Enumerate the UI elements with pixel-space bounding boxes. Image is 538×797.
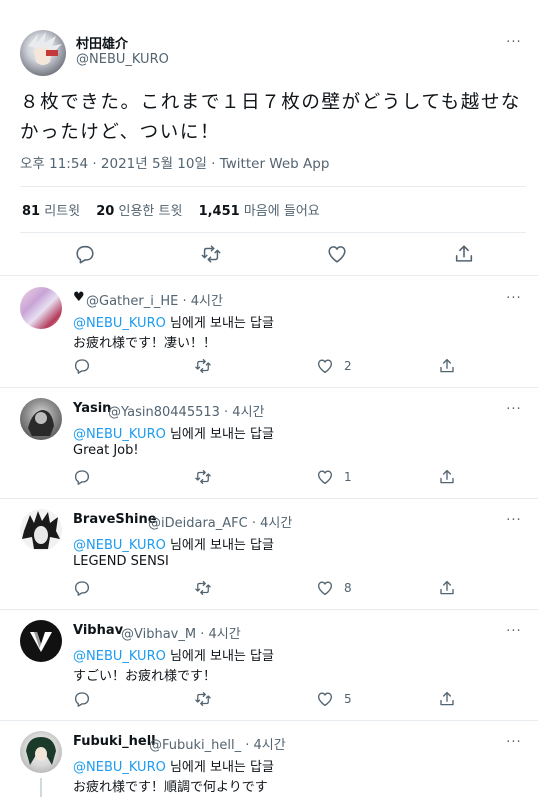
- reply-icon[interactable]: [74, 243, 96, 265]
- quotes-label: 인용한 트윗: [118, 204, 183, 219]
- reply-prefix: 님에게 보내는 답글: [169, 649, 274, 664]
- divider: [20, 186, 526, 187]
- share-icon[interactable]: [438, 357, 456, 375]
- author-handle[interactable]: @NEBU_KURO: [76, 52, 169, 67]
- mention-link[interactable]: @NEBU_KURO: [73, 538, 166, 553]
- like-icon[interactable]: [316, 690, 334, 708]
- reply-avatar-art: [22, 511, 60, 549]
- reply-author-name[interactable]: Fubuki_hell: [73, 734, 156, 749]
- reply-action-bar: 5: [0, 690, 538, 714]
- tweet-timestamp[interactable]: 오후 11:54 · 2021년 5월 10일 · Twitter Web Ap…: [20, 152, 329, 172]
- share-icon[interactable]: [438, 690, 456, 708]
- retweet-icon[interactable]: [194, 357, 212, 375]
- more-icon[interactable]: ···: [504, 625, 524, 643]
- retweet-icon[interactable]: [194, 690, 212, 708]
- like-icon[interactable]: [316, 579, 334, 597]
- like-count: 2: [344, 359, 352, 373]
- reply-action-bar: 1: [0, 468, 538, 492]
- mention-link[interactable]: @NEBU_KURO: [73, 649, 166, 664]
- more-icon[interactable]: ···: [504, 403, 524, 421]
- like-count: 8: [344, 581, 352, 595]
- reply-icon[interactable]: [73, 579, 91, 597]
- mention-link[interactable]: @NEBU_KURO: [73, 316, 166, 331]
- reply-author-handle[interactable]: @Yasin80445513 · 4시간: [108, 401, 265, 420]
- like-icon[interactable]: [316, 357, 334, 375]
- like-count: 1: [344, 470, 352, 484]
- reply-prefix: 님에게 보내는 답글: [169, 427, 274, 442]
- divider: [0, 609, 538, 610]
- reply-context: @NEBU_KURO 님에게 보내는 답글: [73, 756, 274, 775]
- reply-action-bar: 8: [0, 579, 538, 603]
- reply-prefix: 님에게 보내는 답글: [169, 316, 274, 331]
- tweet-stats: 81 리트윗 20 인용한 트윗 1,451 마음에 들어요: [22, 200, 332, 219]
- reply-avatar[interactable]: [20, 731, 62, 773]
- mention-link[interactable]: @NEBU_KURO: [73, 760, 166, 775]
- reply-author-name[interactable]: ♥: [73, 290, 85, 305]
- reply-text: お疲れ様です！順調で何よりです: [73, 780, 268, 795]
- reply-author-name[interactable]: Vibhav: [73, 623, 123, 638]
- reply-text: お疲れ様です！凄い！！: [73, 336, 217, 351]
- more-icon[interactable]: ···: [504, 292, 524, 310]
- quotes-count: 20: [96, 204, 115, 219]
- reply-text: すごい！お疲れ様です！: [73, 669, 217, 684]
- reply-author-handle[interactable]: @Fubuki_hell_ · 4시간: [149, 734, 286, 753]
- retweets-stat[interactable]: 81 리트윗: [22, 204, 80, 219]
- reply-avatar-art: [28, 410, 54, 436]
- tweet-thread: 村田雄介 @NEBU_KURO ··· ８枚できた。これまで１日７枚の壁がどうし…: [0, 0, 538, 797]
- reply-avatar[interactable]: [20, 398, 62, 440]
- reply-author-handle[interactable]: @Vibhav_M · 4시간: [121, 623, 241, 642]
- author-avatar[interactable]: [20, 30, 66, 76]
- retweets-count: 81: [22, 204, 41, 219]
- reply-context: @NEBU_KURO 님에게 보내는 답글: [73, 312, 274, 331]
- likes-count: 1,451: [198, 204, 240, 219]
- reply-prefix: 님에게 보내는 답글: [169, 538, 274, 553]
- retweets-label: 리트윗: [44, 204, 81, 219]
- like-icon[interactable]: [326, 243, 348, 265]
- reply-author-name[interactable]: Yasin: [73, 401, 111, 416]
- reply-avatar[interactable]: [20, 287, 62, 329]
- retweet-icon[interactable]: [194, 468, 212, 486]
- more-icon[interactable]: ···: [504, 514, 524, 532]
- divider: [0, 498, 538, 499]
- divider: [20, 232, 526, 233]
- like-count: 5: [344, 692, 352, 706]
- reply-icon[interactable]: [73, 468, 91, 486]
- reply-prefix: 님에게 보내는 답글: [169, 760, 274, 775]
- tweet-text: ８枚できた。これまで１日７枚の壁がどうしても越せなかったけど、ついに！: [20, 92, 522, 143]
- divider: [0, 720, 538, 721]
- main-action-bar: [0, 243, 538, 267]
- share-icon[interactable]: [453, 243, 475, 265]
- reply-icon[interactable]: [73, 690, 91, 708]
- more-icon[interactable]: ···: [504, 736, 524, 754]
- share-icon[interactable]: [438, 579, 456, 597]
- reply-action-bar: 2: [0, 357, 538, 381]
- reply-author-name[interactable]: BraveShine: [73, 512, 157, 527]
- share-icon[interactable]: [438, 468, 456, 486]
- reply-author-handle[interactable]: @Gather_i_HE · 4시간: [86, 290, 223, 309]
- reply-text: LEGEND SENSI: [73, 554, 169, 569]
- quotes-stat[interactable]: 20 인용한 트윗: [96, 204, 182, 219]
- more-icon[interactable]: ···: [504, 36, 524, 54]
- likes-stat[interactable]: 1,451 마음에 들어요: [199, 204, 320, 219]
- divider: [0, 387, 538, 388]
- reply-avatar-art: [26, 737, 56, 765]
- mention-link[interactable]: @NEBU_KURO: [73, 427, 166, 442]
- author-avatar-art: [28, 32, 62, 65]
- reply-context: @NEBU_KURO 님에게 보내는 답글: [73, 645, 274, 664]
- reply-avatar[interactable]: [20, 509, 62, 551]
- reply-text: Great Job!: [73, 443, 139, 458]
- reply-icon[interactable]: [73, 357, 91, 375]
- reply-context: @NEBU_KURO 님에게 보내는 답글: [73, 534, 274, 553]
- reply-context: @NEBU_KURO 님에게 보내는 답글: [73, 423, 274, 442]
- like-icon[interactable]: [316, 468, 334, 486]
- reply-avatar[interactable]: [20, 620, 62, 662]
- retweet-icon[interactable]: [200, 243, 222, 265]
- thread-line: [40, 778, 42, 797]
- reply-avatar-art: [30, 632, 52, 652]
- likes-label: 마음에 들어요: [243, 204, 320, 219]
- reply-author-handle[interactable]: @iDeidara_AFC · 4시간: [148, 512, 292, 531]
- author-name[interactable]: 村田雄介: [76, 33, 128, 52]
- divider: [0, 275, 538, 276]
- retweet-icon[interactable]: [194, 579, 212, 597]
